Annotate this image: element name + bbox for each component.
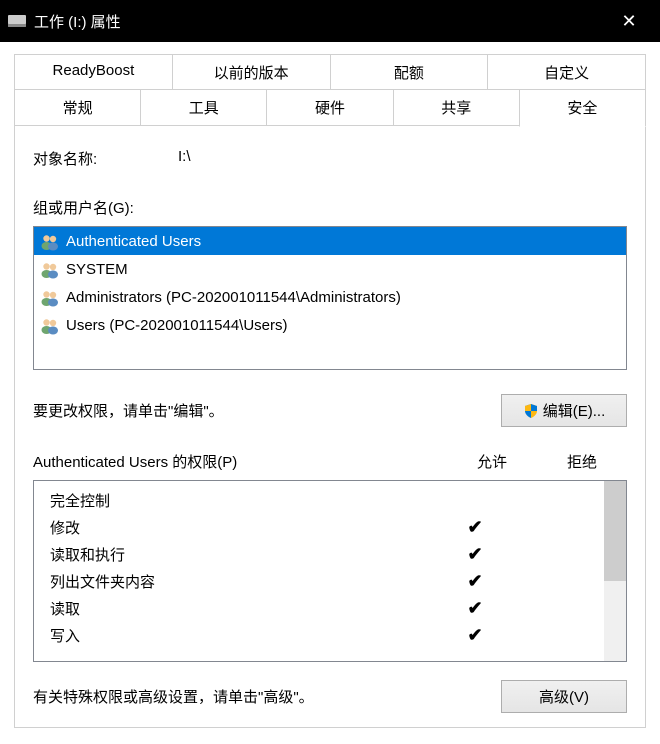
permission-row: 完全控制 [34,487,604,514]
edit-button-label: 编辑(E)... [543,400,606,421]
permission-allow: ✔ [434,571,516,592]
permission-name: 读取和执行 [50,544,434,565]
edit-button[interactable]: 编辑(E)... [501,394,627,427]
advanced-row: 有关特殊权限或高级设置，请单击"高级"。 高级(V) [33,680,627,713]
shield-icon [523,403,539,419]
permission-allow: ✔ [434,517,516,538]
permission-row: 修改 ✔ [34,514,604,541]
permission-row: 读取和执行 ✔ [34,541,604,568]
permission-allow: ✔ [434,544,516,565]
permissions-list: 完全控制 修改 ✔ 读取和执行 ✔ 列出文件夹内容 ✔ 读取 ✔ 写入 ✔ [34,481,604,661]
permission-allow: ✔ [434,625,516,646]
tab-sharing[interactable]: 共享 [393,89,520,126]
list-item[interactable]: SYSTEM [34,255,626,283]
groups-listbox[interactable]: Authenticated Users SYSTEM Administrator… [33,226,627,370]
permissions-title: Authenticated Users 的权限(P) [33,451,447,472]
edit-hint-text: 要更改权限，请单击"编辑"。 [33,400,501,421]
permissions-header: Authenticated Users 的权限(P) 允许 拒绝 [33,451,627,472]
permissions-deny-header: 拒绝 [537,451,627,472]
tab-customize[interactable]: 自定义 [487,54,646,90]
permission-row: 读取 ✔ [34,595,604,622]
window-title: 工作 (I:) 属性 [34,11,606,32]
permissions-allow-header: 允许 [447,451,537,472]
titlebar: 工作 (I:) 属性 ✕ [0,0,660,42]
list-item-label: Administrators (PC-202001011544\Administ… [66,289,401,306]
tab-tools[interactable]: 工具 [140,89,267,126]
tab-quota[interactable]: 配额 [330,54,489,90]
list-item-label: SYSTEM [66,261,128,278]
object-name-row: 对象名称: I:\ [33,148,627,169]
tab-panel-security: 对象名称: I:\ 组或用户名(G): Authenticated Users … [14,125,646,728]
tabs-row-2: 常规 工具 硬件 共享 安全 [14,89,646,126]
permission-name: 列出文件夹内容 [50,571,434,592]
list-item-label: Users (PC-202001011544\Users) [66,317,288,334]
tabs-row-1: ReadyBoost 以前的版本 配额 自定义 [14,54,646,90]
object-name-label: 对象名称: [33,148,178,169]
permission-allow: ✔ [434,598,516,619]
permission-name: 修改 [50,517,434,538]
scrollbar-thumb[interactable] [604,481,626,581]
groups-label: 组或用户名(G): [33,197,627,218]
close-button[interactable]: ✕ [606,0,652,42]
advanced-button[interactable]: 高级(V) [501,680,627,713]
tab-general[interactable]: 常规 [14,89,141,126]
permission-name: 完全控制 [50,490,434,511]
tab-hardware[interactable]: 硬件 [266,89,393,126]
permission-name: 读取 [50,598,434,619]
list-item[interactable]: Users (PC-202001011544\Users) [34,311,626,339]
object-name-value: I:\ [178,148,627,169]
list-item-label: Authenticated Users [66,233,201,250]
permission-row: 列出文件夹内容 ✔ [34,568,604,595]
tab-readyboost[interactable]: ReadyBoost [14,54,173,90]
list-item[interactable]: Administrators (PC-202001011544\Administ… [34,283,626,311]
drive-icon [8,15,26,27]
advanced-button-label: 高级(V) [539,686,589,707]
permissions-scrollbar[interactable] [604,481,626,661]
edit-row: 要更改权限，请单击"编辑"。 编辑(E)... [33,394,627,427]
tab-previous-versions[interactable]: 以前的版本 [172,54,331,90]
advanced-hint-text: 有关特殊权限或高级设置，请单击"高级"。 [33,686,501,707]
permission-name: 写入 [50,625,434,646]
tabs: ReadyBoost 以前的版本 配额 自定义 常规 工具 硬件 共享 安全 [14,54,646,126]
permissions-listbox: 完全控制 修改 ✔ 读取和执行 ✔ 列出文件夹内容 ✔ 读取 ✔ 写入 ✔ [33,480,627,662]
permission-row: 写入 ✔ [34,622,604,649]
list-item[interactable]: Authenticated Users [34,227,626,255]
tab-security[interactable]: 安全 [519,89,646,127]
